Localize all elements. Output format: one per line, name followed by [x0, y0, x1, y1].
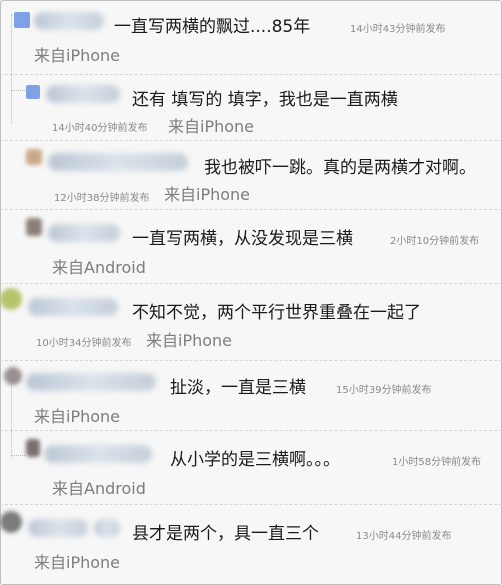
username-blurred[interactable]: [94, 519, 120, 537]
comment-source[interactable]: 来自iPhone: [168, 113, 254, 137]
comment-source[interactable]: 来自Android: [52, 254, 146, 278]
username-blurred[interactable]: [46, 85, 120, 103]
comment-item: 扯淡，一直是三横 15小时39分钟前发布 来自iPhone: [0, 361, 502, 430]
avatar[interactable]: [14, 12, 30, 28]
username-blurred[interactable]: [28, 519, 88, 537]
avatar[interactable]: [26, 149, 42, 165]
comment-text: 县才是两个，具一直三个: [132, 524, 319, 544]
comment-item: 县才是两个，具一直三个 13小时44分钟前发布 来自iPhone: [0, 505, 502, 585]
comment-item: 从小学的是三横啊。。。 1小时58分钟前发布 来自Android: [0, 431, 502, 504]
username-blurred[interactable]: [34, 12, 104, 30]
avatar[interactable]: [0, 511, 22, 533]
comment-source[interactable]: 来自Android: [52, 475, 146, 499]
comment-item: 不知不觉，两个平行世界重叠在一起了 10小时34分钟前发布 来自iPhone: [0, 284, 502, 360]
comment-text: 我也被吓一跳。真的是两横才对啊。: [204, 158, 476, 178]
comment-source[interactable]: 来自iPhone: [164, 181, 250, 205]
comment-text: 还有 填写的 填字，我也是一直两横: [132, 90, 398, 110]
username-blurred[interactable]: [28, 298, 118, 316]
comment-item: 还有 填写的 填字，我也是一直两横 14小时40分钟前发布 来自iPhone: [0, 75, 502, 140]
comment-timestamp: 15小时39分钟前发布: [336, 385, 432, 396]
comment-source[interactable]: 来自iPhone: [34, 42, 120, 66]
username-blurred[interactable]: [48, 153, 188, 171]
comment-text: 扯淡，一直是三横: [170, 378, 306, 398]
username-blurred[interactable]: [26, 373, 156, 391]
avatar[interactable]: [0, 288, 22, 310]
comment-text: 不知不觉，两个平行世界重叠在一起了: [132, 303, 421, 323]
avatar[interactable]: [26, 439, 40, 457]
comment-text: 从小学的是三横啊。。。: [170, 450, 340, 470]
username-blurred[interactable]: [44, 445, 152, 463]
comment-timestamp: 14小时43分钟前发布: [350, 24, 446, 35]
comment-timestamp: 10小时34分钟前发布: [36, 338, 132, 349]
comment-text: 一直写两横的飘过....85年: [114, 17, 311, 37]
comment-timestamp: 2小时10分钟前发布: [390, 236, 480, 247]
comment-source[interactable]: 来自iPhone: [34, 403, 120, 427]
comment-source[interactable]: 来自iPhone: [34, 549, 120, 573]
comment-timestamp: 13小时44分钟前发布: [356, 531, 452, 542]
comment-text: 一直写两横，从没发现是三横: [132, 229, 353, 249]
comment-source[interactable]: 来自iPhone: [146, 327, 232, 351]
avatar[interactable]: [26, 85, 40, 99]
username-blurred[interactable]: [48, 224, 120, 242]
comment-timestamp: 12小时38分钟前发布: [54, 193, 150, 204]
comment-item: 我也被吓一跳。真的是两横才对啊。 12小时38分钟前发布 来自iPhone: [0, 141, 502, 209]
avatar[interactable]: [4, 367, 22, 385]
avatar[interactable]: [26, 218, 42, 236]
comment-item: 一直写两横，从没发现是三横 2小时10分钟前发布 来自Android: [0, 210, 502, 283]
comment-timestamp: 14小时40分钟前发布: [52, 123, 148, 134]
comment-timestamp: 1小时58分钟前发布: [392, 457, 482, 468]
comment-item: 一直写两横的飘过....85年 14小时43分钟前发布 来自iPhone: [0, 0, 502, 74]
